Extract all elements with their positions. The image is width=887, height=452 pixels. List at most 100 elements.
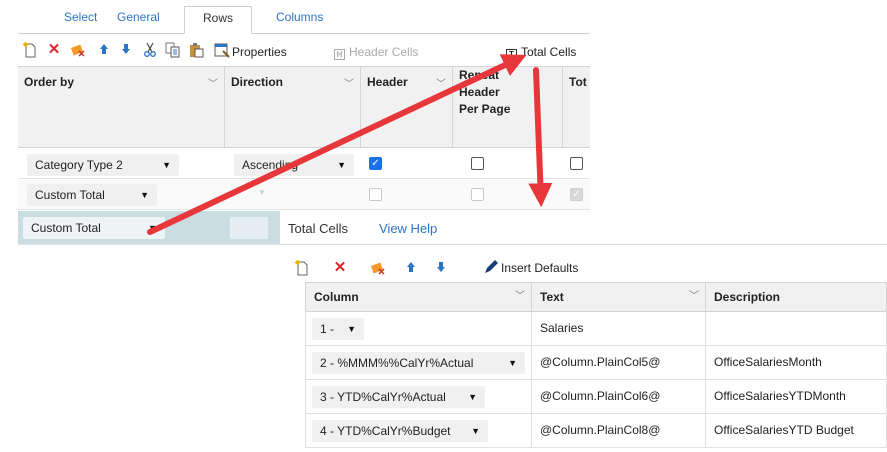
total-cells-table: Column ﹀ Text ﹀ Description 1 - ▼ Salaries … bbox=[305, 282, 887, 450]
text-cell[interactable]: Salaries bbox=[532, 312, 706, 345]
text-cell[interactable]: @Column.PlainCol8@ bbox=[532, 414, 706, 447]
move-up-icon[interactable] bbox=[96, 42, 112, 58]
chevron-down-icon[interactable]: ﹀ bbox=[515, 283, 525, 311]
order-by-select[interactable]: Custom Total ▼ bbox=[23, 217, 165, 239]
description-cell[interactable] bbox=[706, 312, 886, 345]
total-cells-panel: Total Cells View Help ✕ Insert Defaults … bbox=[280, 210, 887, 452]
clear-icon[interactable] bbox=[70, 42, 86, 58]
order-by-value: Custom Total bbox=[35, 188, 105, 202]
table-row[interactable]: 1 - ▼ Salaries bbox=[305, 312, 887, 346]
table-row[interactable]: Category Type 2 ▼ Ascending ▼ ✓ bbox=[18, 149, 590, 179]
header-checkbox bbox=[369, 188, 382, 201]
description-cell[interactable]: OfficeSalariesYTD Budget bbox=[706, 414, 886, 447]
column-cell: 4 - YTD%CalYr%Budget ▼ bbox=[306, 414, 532, 447]
caret-down-icon: ▼ bbox=[148, 223, 157, 233]
column-select-value: 4 - YTD%CalYr%Budget bbox=[320, 424, 451, 438]
column-cell: 1 - ▼ bbox=[306, 312, 532, 345]
paste-icon[interactable] bbox=[189, 42, 205, 58]
order-by-select[interactable]: Custom Total ▼ bbox=[27, 184, 157, 206]
col-column[interactable]: Column ﹀ bbox=[306, 283, 532, 311]
chevron-down-icon[interactable]: ﹀ bbox=[689, 283, 699, 311]
col-header[interactable]: Header ﹀ bbox=[361, 67, 453, 147]
column-cell: 2 - %MMM%%CalYr%Actual ▼ bbox=[306, 346, 532, 379]
delete-icon[interactable]: ✕ bbox=[332, 260, 348, 276]
move-down-icon[interactable] bbox=[118, 42, 134, 58]
col-header-label: Header bbox=[367, 75, 408, 89]
column-select-value: 3 - YTD%CalYr%Actual bbox=[320, 390, 446, 404]
caret-down-icon: ▼ bbox=[258, 188, 266, 197]
tab-columns[interactable]: Columns bbox=[272, 6, 327, 34]
total-cells-icon: T bbox=[506, 49, 517, 60]
divider bbox=[280, 244, 887, 245]
order-by-select[interactable]: Category Type 2 ▼ bbox=[27, 154, 179, 176]
column-select[interactable]: 2 - %MMM%%CalYr%Actual ▼ bbox=[312, 352, 525, 374]
tab-general[interactable]: General bbox=[113, 6, 164, 34]
chevron-down-icon[interactable]: ﹀ bbox=[436, 75, 446, 90]
tab-strip: Select General Rows Columns bbox=[18, 0, 590, 34]
col-text[interactable]: Text ﹀ bbox=[532, 283, 706, 311]
direction-value: Ascending bbox=[242, 158, 299, 172]
column-select-value: 2 - %MMM%%CalYr%Actual bbox=[320, 356, 474, 370]
caret-down-icon: ▼ bbox=[347, 324, 356, 334]
move-up-icon[interactable] bbox=[403, 260, 419, 276]
description-cell[interactable]: OfficeSalariesYTDMonth bbox=[706, 380, 886, 413]
copy-icon[interactable] bbox=[165, 42, 181, 58]
delete-icon[interactable]: ✕ bbox=[46, 42, 62, 58]
total-cells-button[interactable]: T Total Cells bbox=[506, 45, 576, 60]
total-checkbox: ✓ bbox=[570, 188, 583, 201]
col-description[interactable]: Description bbox=[706, 283, 886, 311]
repeat-header-checkbox bbox=[471, 188, 484, 201]
text-cell[interactable]: @Column.PlainCol6@ bbox=[532, 380, 706, 413]
chevron-down-icon[interactable]: ﹀ bbox=[344, 75, 354, 90]
new-row-icon[interactable] bbox=[22, 42, 38, 58]
col-direction[interactable]: Direction ﹀ bbox=[225, 67, 361, 147]
table-row[interactable]: 3 - YTD%CalYr%Actual ▼ @Column.PlainCol6@… bbox=[305, 380, 887, 414]
col-description-label: Description bbox=[714, 290, 781, 304]
total-cells-label: Total Cells bbox=[521, 45, 577, 59]
panel-title: Total Cells bbox=[288, 221, 348, 236]
chevron-down-icon[interactable]: ﹀ bbox=[208, 75, 218, 90]
col-column-label: Column bbox=[314, 290, 359, 304]
pencil-icon[interactable] bbox=[483, 259, 499, 275]
tab-rows[interactable]: Rows bbox=[184, 6, 252, 34]
clear-icon[interactable] bbox=[370, 260, 386, 276]
col-repeat-header-label: Repeat Header Per Page bbox=[459, 68, 511, 116]
col-repeat-header[interactable]: Repeat Header Per Page bbox=[453, 67, 563, 147]
col-order-by[interactable]: Order by ﹀ bbox=[18, 67, 225, 147]
direction-select[interactable]: Ascending ▼ bbox=[234, 154, 354, 176]
column-select[interactable]: 3 - YTD%CalYr%Actual ▼ bbox=[312, 386, 485, 408]
caret-down-icon: ▼ bbox=[471, 426, 480, 436]
header-checkbox[interactable]: ✓ bbox=[369, 157, 382, 170]
description-cell[interactable]: OfficeSalariesMonth bbox=[706, 346, 886, 379]
cut-icon[interactable] bbox=[142, 42, 158, 58]
new-row-icon[interactable] bbox=[294, 260, 310, 276]
header-cells-label: Header Cells bbox=[349, 45, 419, 59]
properties-button[interactable]: Properties bbox=[232, 45, 287, 59]
caret-down-icon: ▼ bbox=[468, 392, 477, 402]
table-row[interactable]: 4 - YTD%CalYr%Budget ▼ @Column.PlainCol8@… bbox=[305, 414, 887, 448]
table-row[interactable]: 2 - %MMM%%CalYr%Actual ▼ @Column.PlainCol… bbox=[305, 346, 887, 380]
col-text-label: Text bbox=[540, 290, 564, 304]
column-cell: 3 - YTD%CalYr%Actual ▼ bbox=[306, 380, 532, 413]
caret-down-icon: ▼ bbox=[140, 190, 149, 200]
repeat-header-checkbox[interactable] bbox=[471, 157, 484, 170]
table-row[interactable]: Custom Total ▼ ▼ ✓ bbox=[18, 180, 590, 210]
col-total[interactable]: Tot bbox=[563, 67, 590, 147]
direction-select[interactable] bbox=[230, 217, 268, 239]
col-direction-label: Direction bbox=[231, 75, 284, 89]
total-checkbox[interactable] bbox=[570, 157, 583, 170]
column-select[interactable]: 4 - YTD%CalYr%Budget ▼ bbox=[312, 420, 488, 442]
view-help-link[interactable]: View Help bbox=[379, 221, 437, 236]
caret-down-icon: ▼ bbox=[337, 160, 346, 170]
column-select[interactable]: 1 - ▼ bbox=[312, 318, 364, 340]
caret-down-icon: ▼ bbox=[162, 160, 171, 170]
table-row-selected[interactable]: Custom Total ▼ bbox=[18, 211, 280, 245]
properties-icon[interactable] bbox=[214, 42, 230, 58]
header-cells-icon: H bbox=[334, 49, 345, 60]
move-down-icon[interactable] bbox=[433, 260, 449, 276]
insert-defaults-button[interactable]: Insert Defaults bbox=[501, 261, 578, 275]
tab-select[interactable]: Select bbox=[60, 6, 101, 34]
total-cells-toolbar: ✕ Insert Defaults bbox=[280, 258, 887, 280]
text-cell[interactable]: @Column.PlainCol5@ bbox=[532, 346, 706, 379]
total-cells-table-header: Column ﹀ Text ﹀ Description bbox=[305, 282, 887, 312]
